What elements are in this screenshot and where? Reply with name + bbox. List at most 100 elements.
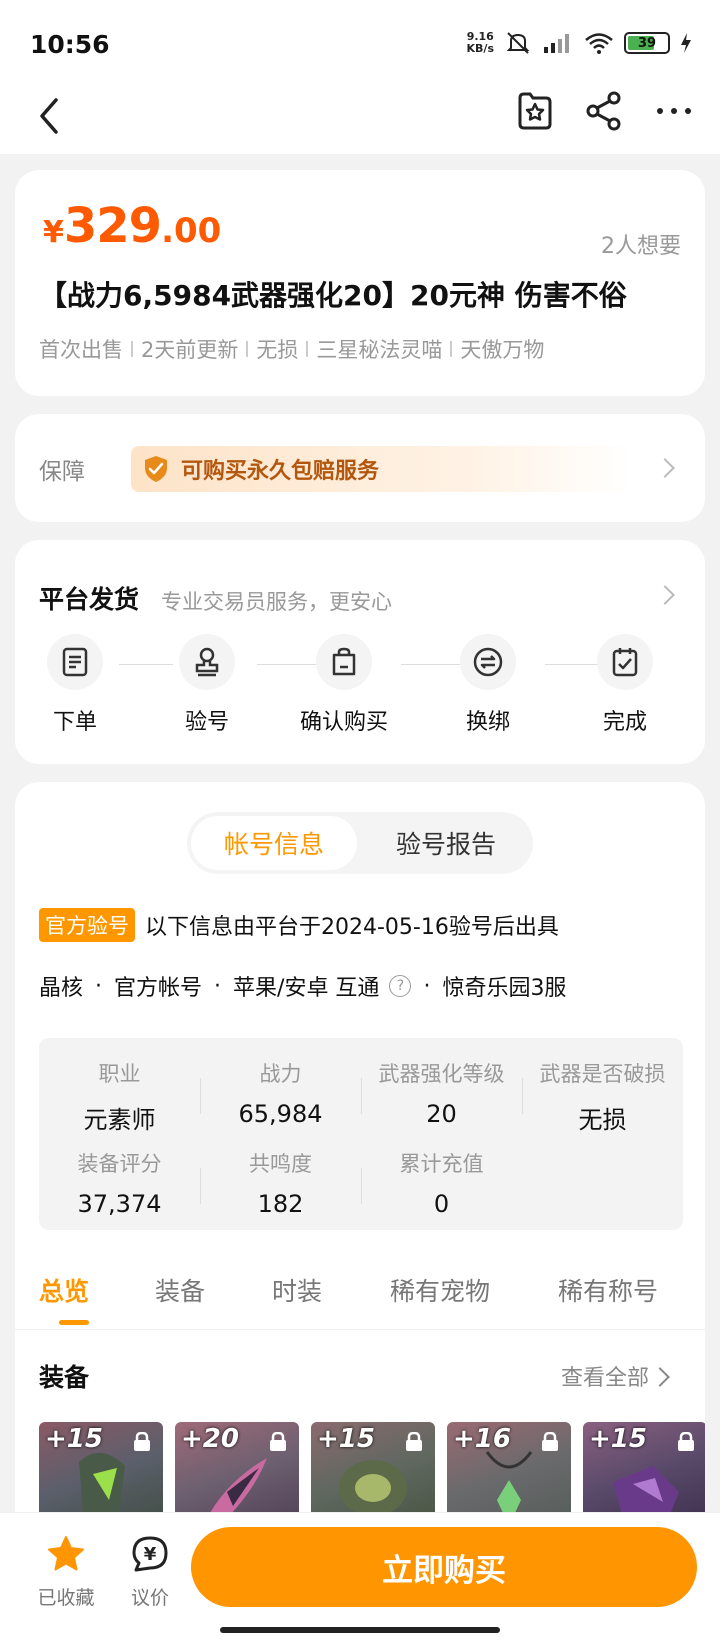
equipment-level: +15 bbox=[317, 1424, 375, 1454]
process-subtitle: 专业交易员服务，更安心 bbox=[161, 590, 392, 614]
want-count: 2人想要 bbox=[601, 234, 681, 259]
buy-now-button[interactable]: 立即购买 bbox=[191, 1527, 697, 1607]
battery-level: 39 bbox=[638, 35, 657, 51]
check-icon bbox=[612, 648, 638, 677]
stamp-icon bbox=[195, 647, 219, 677]
home-indicator bbox=[220, 1627, 500, 1633]
charging-icon bbox=[681, 33, 691, 53]
lock-icon bbox=[678, 1432, 694, 1451]
process-title: 平台发货 bbox=[39, 585, 140, 614]
guarantee-card[interactable]: 保障 可购买永久包赔服务 bbox=[15, 414, 705, 522]
guarantee-label: 保障 bbox=[39, 459, 85, 485]
signal-icon bbox=[544, 34, 569, 53]
tag: 三星秘法灵喵 bbox=[316, 338, 443, 362]
stat-item: 装备评分 37,374 bbox=[77, 1152, 162, 1218]
chevron-right-icon bbox=[655, 458, 675, 478]
tag-list: 首次出售 2天前更新 无损 三星秘法灵喵 天傲万物 bbox=[39, 334, 544, 364]
share-icon[interactable] bbox=[584, 90, 624, 132]
mute-icon bbox=[506, 32, 530, 54]
process-step-label: 换绑 bbox=[465, 710, 510, 735]
chevron-right-icon bbox=[650, 1367, 670, 1387]
network-speed: 9.16 KB/s bbox=[467, 31, 494, 55]
tag: 无损 bbox=[256, 338, 299, 362]
equipment-level: +15 bbox=[589, 1424, 647, 1454]
lock-icon bbox=[270, 1432, 286, 1451]
nav-bar bbox=[0, 78, 720, 154]
attr-server: 惊奇乐园3服 bbox=[442, 976, 567, 1001]
tab-fashion[interactable]: 时装 bbox=[272, 1272, 322, 1308]
more-icon[interactable] bbox=[654, 90, 694, 132]
verify-badge: 官方验号 bbox=[39, 908, 135, 942]
active-tab-indicator bbox=[59, 1320, 89, 1325]
attr-platform: 苹果/安卓 互通 bbox=[233, 976, 380, 1001]
process-step-label: 确认购买 bbox=[299, 710, 388, 735]
bag-icon bbox=[332, 647, 356, 676]
info-segment-control: 帐号信息 验号报告 bbox=[187, 812, 533, 874]
process-step-label: 下单 bbox=[52, 710, 97, 735]
stat-item: 武器是否破损 无损 bbox=[539, 1062, 666, 1134]
guarantee-text: 可购买永久包赔服务 bbox=[181, 459, 380, 484]
tab-rare-titles[interactable]: 稀有称号 bbox=[558, 1272, 658, 1308]
order-icon bbox=[62, 647, 88, 677]
stats-grid: 职业 元素师 战力 65,984 武器强化等级 20 武器是否破损 无损 装备评… bbox=[39, 1038, 683, 1230]
lock-icon bbox=[542, 1432, 558, 1451]
stat-item: 共鸣度 182 bbox=[249, 1152, 312, 1218]
price: ¥329.00 bbox=[43, 198, 221, 254]
lock-icon bbox=[406, 1432, 422, 1451]
favorite-button[interactable]: 已收藏 bbox=[26, 1535, 106, 1610]
process-step-label: 验号 bbox=[184, 710, 229, 735]
wifi-icon bbox=[585, 33, 613, 54]
stat-item: 战力 65,984 bbox=[238, 1062, 323, 1128]
favorite-label: 已收藏 bbox=[37, 1587, 95, 1609]
star-icon bbox=[48, 1536, 84, 1571]
tag: 天傲万物 bbox=[460, 338, 545, 362]
guarantee-banner[interactable]: 可购买永久包赔服务 bbox=[131, 446, 631, 492]
process-step: 换绑 bbox=[428, 634, 548, 736]
exchange-icon bbox=[473, 647, 503, 677]
price-card: ¥329.00 2人想要 【战力6,5984武器强化20】20元神 伤害不俗 首… bbox=[15, 170, 705, 396]
battery-icon: 39 bbox=[624, 32, 670, 54]
tag: 2天前更新 bbox=[141, 338, 239, 362]
help-icon[interactable]: ? bbox=[389, 975, 412, 997]
equipment-level: +15 bbox=[45, 1424, 103, 1454]
equipment-level: +20 bbox=[181, 1424, 239, 1454]
tab-equipment[interactable]: 装备 bbox=[155, 1272, 205, 1308]
stat-item: 武器强化等级 20 bbox=[378, 1062, 505, 1128]
tab-rare-pets[interactable]: 稀有宠物 bbox=[390, 1272, 490, 1308]
tab-verify-report[interactable]: 验号报告 bbox=[363, 816, 529, 870]
price-decimal: .00 bbox=[161, 211, 222, 251]
attr-game: 晶核 bbox=[39, 976, 84, 1001]
bottom-action-bar: 已收藏 ¥ 议价 立即购买 bbox=[0, 1512, 720, 1640]
shield-icon bbox=[145, 456, 167, 482]
process-step-label: 完成 bbox=[602, 710, 647, 735]
back-icon[interactable] bbox=[32, 92, 72, 140]
tag: 首次出售 bbox=[39, 338, 123, 362]
bargain-button[interactable]: ¥ 议价 bbox=[110, 1535, 190, 1610]
bargain-symbol: ¥ bbox=[144, 1544, 157, 1565]
lock-icon bbox=[134, 1432, 150, 1451]
attr-account-type: 官方帐号 bbox=[114, 976, 203, 1001]
tab-account-info[interactable]: 帐号信息 bbox=[191, 816, 357, 870]
favorite-icon[interactable] bbox=[514, 90, 556, 132]
chevron-right-icon bbox=[655, 585, 675, 605]
stat-item: 职业 元素师 bbox=[83, 1062, 156, 1134]
status-time: 10:56 bbox=[30, 30, 110, 59]
process-step: 确认购买 bbox=[284, 634, 404, 736]
status-bar: 10:56 9.16 KB/s 39 bbox=[0, 0, 720, 90]
process-step: 下单 bbox=[15, 634, 135, 736]
delivery-process-card[interactable]: 平台发货 专业交易员服务，更安心 下单 验号 确认购买 换绑 完成 bbox=[15, 540, 705, 764]
bargain-label: 议价 bbox=[130, 1587, 169, 1609]
price-currency: ¥ bbox=[43, 215, 64, 250]
stat-item: 累计充值 0 bbox=[399, 1152, 484, 1218]
detail-tabs: 总览 装备 时装 稀有宠物 稀有称号 bbox=[15, 1264, 705, 1330]
verify-text: 以下信息由平台于2024-05-16验号后出具 bbox=[145, 915, 559, 940]
listing-title: 【战力6,5984武器强化20】20元神 伤害不俗 bbox=[39, 279, 627, 312]
process-step: 验号 bbox=[147, 634, 267, 736]
tab-overview[interactable]: 总览 bbox=[39, 1272, 89, 1308]
equipment-section-title: 装备 bbox=[39, 1363, 90, 1392]
process-step: 完成 bbox=[565, 634, 685, 736]
view-all-link[interactable]: 查看全部 bbox=[561, 1360, 649, 1392]
network-speed-unit: KB/s bbox=[466, 42, 494, 55]
status-icons: 9.16 KB/s 39 bbox=[467, 30, 692, 56]
bargain-icon: ¥ bbox=[132, 1536, 168, 1572]
